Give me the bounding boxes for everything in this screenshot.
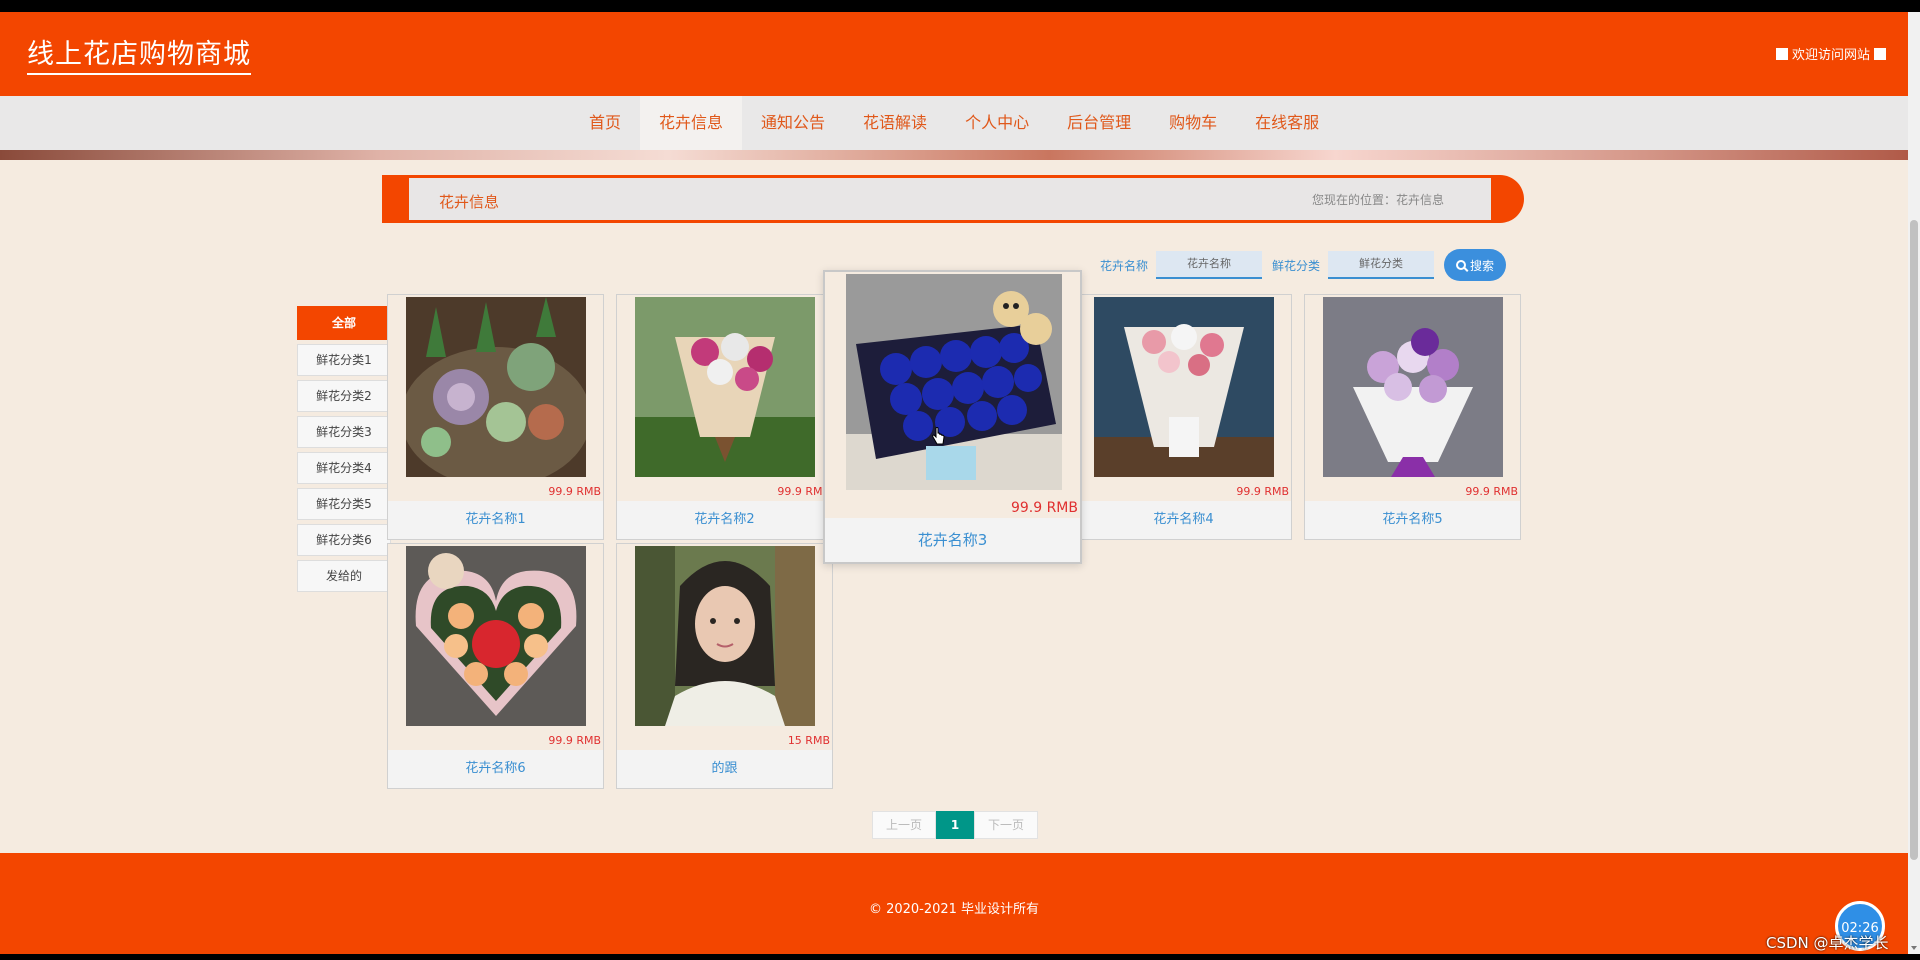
name-label: 花卉名称 xyxy=(1100,258,1149,273)
nav-item-notices[interactable]: 通知公告 xyxy=(742,96,844,150)
site-logo[interactable]: 线上花店购物商城 xyxy=(27,32,251,75)
nav-item-flower-language[interactable]: 花语解读 xyxy=(844,96,946,150)
category-search-input[interactable]: 鲜花分类 xyxy=(1328,251,1435,279)
page-title: 花卉信息 xyxy=(439,193,500,211)
product-image-succulents[interactable] xyxy=(406,297,586,477)
square-icon xyxy=(1874,47,1886,60)
category-item[interactable]: 鲜花分类6 xyxy=(297,524,391,556)
scrollbar-thumb[interactable] xyxy=(1910,220,1918,860)
copyright-text: © 2020-2021 毕业设计所有 xyxy=(868,902,1040,917)
category-list: 全部 鲜花分类1 鲜花分类2 鲜花分类3 鲜花分类4 鲜花分类5 鲜花分类6 发… xyxy=(297,306,391,596)
nav-item-admin[interactable]: 后台管理 xyxy=(1048,96,1150,150)
product-card[interactable]: 99.9 RMB 花卉名称1 xyxy=(387,294,604,540)
product-price: 99.9 RMB xyxy=(548,734,601,747)
welcome-text: 欢迎访问网站 xyxy=(1791,48,1870,63)
product-name[interactable]: 花卉名称1 xyxy=(388,501,603,539)
category-item[interactable]: 鲜花分类1 xyxy=(297,344,391,376)
nav-item-home[interactable]: 首页 xyxy=(570,96,640,150)
breadcrumb: 花卉信息 您现在的位置：花卉信息 xyxy=(382,175,1524,223)
product-image-pink-white-bouquet[interactable] xyxy=(1094,297,1274,477)
banner-image-strip xyxy=(0,150,1908,160)
category-all[interactable]: 全部 xyxy=(297,306,391,340)
search-icon xyxy=(1456,260,1467,270)
product-price: 99.9 RMB xyxy=(1236,485,1289,498)
search-button-label: 搜索 xyxy=(1470,258,1495,273)
hand-cursor-icon xyxy=(932,427,945,445)
product-image-pink-bouquet[interactable] xyxy=(635,297,815,477)
product-price: 99.9 RMB xyxy=(1010,500,1078,516)
product-name[interactable]: 花卉名称3 xyxy=(825,518,1080,562)
current-page[interactable]: 1 xyxy=(936,811,974,839)
nav-item-profile[interactable]: 个人中心 xyxy=(946,96,1048,150)
vertical-scrollbar[interactable] xyxy=(1908,12,1920,954)
nav-item-flowers[interactable]: 花卉信息 xyxy=(640,96,743,150)
nav-item-support[interactable]: 在线客服 xyxy=(1236,96,1338,150)
product-price: 99.9 RMB xyxy=(1465,485,1518,498)
search-form: 花卉名称 花卉名称 鲜花分类 鲜花分类 搜索 xyxy=(1100,248,1507,282)
pagination: 上一页 1 下一页 xyxy=(872,811,1038,839)
nav-item-cart[interactable]: 购物车 xyxy=(1150,96,1236,150)
product-name[interactable]: 的跟 xyxy=(617,750,832,788)
scroll-down-icon[interactable] xyxy=(1911,946,1917,950)
product-card[interactable]: 99.9 RMB 花卉名称4 xyxy=(1075,294,1292,540)
product-card[interactable]: 15 RMB 的跟 xyxy=(616,543,833,789)
main-nav: 首页 花卉信息 通知公告 花语解读 个人中心 后台管理 购物车 在线客服 xyxy=(0,96,1908,150)
site-footer: © 2020-2021 毕业设计所有 xyxy=(0,853,1908,954)
category-item[interactable]: 鲜花分类5 xyxy=(297,488,391,520)
search-button[interactable]: 搜索 xyxy=(1444,249,1507,281)
category-item[interactable]: 鲜花分类2 xyxy=(297,380,391,412)
page: 线上花店购物商城 欢迎访问网站 首页 花卉信息 通知公告 花语解读 个人中心 后… xyxy=(0,12,1908,954)
name-search-input[interactable]: 花卉名称 xyxy=(1156,251,1263,279)
product-card[interactable]: 99.9 RMB 花卉名称6 xyxy=(387,543,604,789)
next-page-button[interactable]: 下一页 xyxy=(974,811,1038,839)
category-item[interactable]: 鲜花分类3 xyxy=(297,416,391,448)
product-image-portrait[interactable] xyxy=(635,546,815,726)
product-name[interactable]: 花卉名称2 xyxy=(617,501,832,539)
product-name[interactable]: 花卉名称5 xyxy=(1305,501,1520,539)
site-header: 线上花店购物商城 欢迎访问网站 xyxy=(0,12,1908,96)
product-image-blue-roses[interactable] xyxy=(846,274,1062,490)
prev-page-button[interactable]: 上一页 xyxy=(872,811,936,839)
product-price: 99.9 RMB xyxy=(548,485,601,498)
category-label: 鲜花分类 xyxy=(1272,258,1321,273)
product-name[interactable]: 花卉名称4 xyxy=(1076,501,1291,539)
watermark-text: CSDN @卓杰学长 xyxy=(1766,934,1889,952)
welcome-banner: 欢迎访问网站 xyxy=(1775,44,1886,63)
category-item[interactable]: 发给的 xyxy=(297,560,391,592)
category-item[interactable]: 鲜花分类4 xyxy=(297,452,391,484)
product-image-purple-bouquet[interactable] xyxy=(1323,297,1503,477)
product-card-hovered[interactable]: 99.9 RMB 花卉名称3 xyxy=(823,270,1082,564)
breadcrumb-location: 您现在的位置：花卉信息 xyxy=(1311,193,1444,207)
product-card[interactable]: 99.9 RMB 花卉名称2 xyxy=(616,294,833,540)
product-image-heart-box[interactable] xyxy=(406,546,586,726)
product-price: 15 RMB xyxy=(787,734,830,747)
product-card[interactable]: 99.9 RMB 花卉名称5 xyxy=(1304,294,1521,540)
product-name[interactable]: 花卉名称6 xyxy=(388,750,603,788)
square-icon xyxy=(1775,47,1788,60)
